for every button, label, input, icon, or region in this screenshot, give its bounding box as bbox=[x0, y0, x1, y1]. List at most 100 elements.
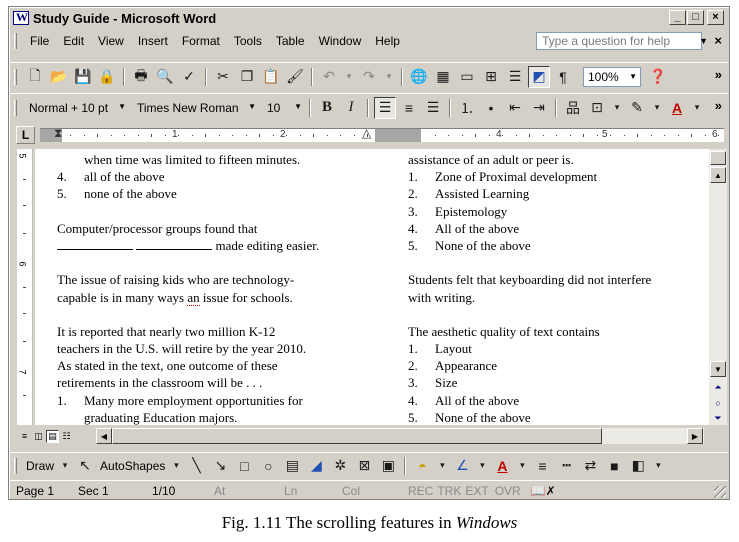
toolbar-grip[interactable] bbox=[14, 457, 17, 474]
menu-file[interactable]: File bbox=[23, 34, 56, 48]
diagram-icon[interactable]: ✲ bbox=[329, 455, 351, 477]
title-bar[interactable]: Study Guide - Microsoft Word _ □ × bbox=[10, 8, 728, 28]
insert-excel-icon[interactable]: ⊞ bbox=[480, 66, 502, 88]
status-ovr[interactable]: OVR bbox=[491, 484, 525, 498]
numbering-icon[interactable]: ⒈ bbox=[456, 97, 478, 119]
dash-style-icon[interactable]: ┅ bbox=[555, 455, 577, 477]
previous-page-icon[interactable]: ⏶ bbox=[711, 381, 725, 393]
drawing-options-icon[interactable]: ▾ bbox=[651, 455, 665, 477]
draw-menu-button[interactable]: Draw bbox=[23, 459, 57, 473]
open-icon[interactable]: 📂 bbox=[48, 66, 70, 88]
vertical-ruler[interactable]: 5 6 7 bbox=[17, 149, 33, 425]
font-combo[interactable]: Times New Roman ▼ bbox=[133, 98, 259, 118]
copy-icon[interactable]: ❐ bbox=[236, 66, 258, 88]
tables-borders-icon[interactable]: ▦ bbox=[432, 66, 454, 88]
menubar-grip[interactable] bbox=[14, 33, 17, 49]
scroll-down-button[interactable]: ▼ bbox=[710, 361, 726, 377]
zoom-combo[interactable]: 100% ▼ bbox=[583, 66, 641, 87]
fill-color-icon[interactable]: ◓ bbox=[411, 455, 433, 477]
align-left-icon[interactable]: ☰ bbox=[374, 96, 396, 119]
menu-format[interactable]: Format bbox=[175, 34, 227, 48]
status-ext[interactable]: EXT bbox=[463, 484, 490, 498]
fill-color-dropdown-icon[interactable]: ▾ bbox=[435, 455, 449, 477]
horizontal-scrollbar[interactable]: ◀ ▶ bbox=[96, 428, 704, 444]
autoshapes-dropdown-icon[interactable]: ▾ bbox=[169, 455, 183, 477]
arrow-icon[interactable]: ↘ bbox=[209, 455, 231, 477]
menu-help[interactable]: Help bbox=[368, 34, 407, 48]
draw-font-color-dropdown-icon[interactable]: ▾ bbox=[515, 455, 529, 477]
toolbar-options-icon[interactable]: » bbox=[715, 98, 722, 113]
status-page-count[interactable]: 1/10 bbox=[146, 484, 208, 498]
style-dropdown-icon[interactable]: ▼ bbox=[118, 102, 126, 111]
font-size-dropdown-icon[interactable]: ▼ bbox=[294, 102, 302, 111]
ruler-column-gap[interactable] bbox=[375, 129, 421, 142]
left-indent-marker[interactable]: ⧗ bbox=[54, 127, 62, 139]
close-document-button[interactable]: × bbox=[714, 33, 722, 48]
hyperlink-icon[interactable]: 🌐 bbox=[408, 66, 430, 88]
vertical-scroll-thumb[interactable] bbox=[710, 151, 726, 165]
redo-icon[interactable]: ↷ bbox=[358, 66, 380, 88]
print-layout-view-icon[interactable]: ▤ bbox=[46, 429, 59, 443]
insert-table-icon[interactable]: ▭ bbox=[456, 66, 478, 88]
save-icon[interactable]: 💾 bbox=[72, 66, 94, 88]
menu-tools[interactable]: Tools bbox=[227, 34, 269, 48]
resize-grip-icon[interactable] bbox=[714, 486, 726, 498]
toolbar-grip[interactable] bbox=[14, 99, 17, 116]
print-preview-icon[interactable]: 🔍 bbox=[154, 66, 176, 88]
line-color-dropdown-icon[interactable]: ▾ bbox=[475, 455, 489, 477]
vertical-scrollbar[interactable]: ▲ ▼ ⏶ ○ ⏷ bbox=[709, 149, 727, 425]
borders-icon[interactable]: ⊡ bbox=[586, 97, 608, 119]
arrow-style-icon[interactable]: ⇄ bbox=[579, 455, 601, 477]
bold-button[interactable]: B bbox=[316, 97, 338, 119]
draw-font-color-icon[interactable]: A bbox=[491, 455, 513, 477]
ask-question-dropdown-icon[interactable]: ▼ bbox=[699, 36, 708, 46]
print-icon[interactable]: 🖶 bbox=[130, 66, 152, 88]
rectangle-icon[interactable]: □ bbox=[233, 455, 255, 477]
grammar-flagged-word[interactable]: an bbox=[187, 289, 200, 306]
outline-view-icon[interactable]: ☷ bbox=[60, 430, 73, 443]
zoom-dropdown-icon[interactable]: ▼ bbox=[629, 72, 637, 81]
left-column[interactable]: when time was limited to fifteen minutes… bbox=[57, 151, 387, 425]
justify-icon[interactable]: ☰ bbox=[422, 97, 444, 119]
maximize-button[interactable]: □ bbox=[687, 10, 704, 25]
permission-icon[interactable]: 🔒 bbox=[96, 66, 118, 88]
menu-view[interactable]: View bbox=[91, 34, 131, 48]
horizontal-ruler[interactable]: ⧗ △ 1 2 4 5 6 bbox=[40, 127, 724, 142]
menu-edit[interactable]: Edit bbox=[56, 34, 91, 48]
org-chart-icon[interactable]: 品 bbox=[562, 97, 584, 119]
font-color-dropdown-icon[interactable]: ▾ bbox=[690, 97, 704, 119]
style-combo[interactable]: Normal + 10 pt ▼ bbox=[25, 98, 129, 118]
wordart-icon[interactable]: ◢ bbox=[305, 455, 327, 477]
right-indent-marker[interactable]: △ bbox=[362, 127, 371, 139]
tab-selector-button[interactable]: L bbox=[16, 126, 35, 144]
status-rec[interactable]: REC bbox=[402, 484, 435, 498]
borders-dropdown-icon[interactable]: ▾ bbox=[610, 97, 624, 119]
autoshapes-menu-button[interactable]: AutoShapes bbox=[97, 459, 168, 473]
redo-dropdown-icon[interactable]: ▾ bbox=[382, 66, 396, 88]
highlight-dropdown-icon[interactable]: ▾ bbox=[650, 97, 664, 119]
status-section[interactable]: Sec 1 bbox=[72, 484, 146, 498]
show-hide-icon[interactable]: ¶ bbox=[552, 66, 574, 88]
scroll-left-button[interactable]: ◀ bbox=[96, 428, 112, 444]
right-column[interactable]: assistance of an adult or peer is. 1. Zone… bbox=[408, 151, 708, 425]
scroll-right-button[interactable]: ▶ bbox=[687, 428, 703, 444]
scroll-up-button[interactable]: ▲ bbox=[710, 167, 726, 183]
undo-dropdown-icon[interactable]: ▾ bbox=[342, 66, 356, 88]
align-center-icon[interactable]: ≡ bbox=[398, 97, 420, 119]
drawing-icon[interactable]: ◩ bbox=[528, 65, 550, 88]
status-trk[interactable]: TRK bbox=[435, 484, 463, 498]
menu-window[interactable]: Window bbox=[312, 34, 369, 48]
font-color-icon[interactable]: A bbox=[666, 97, 688, 119]
normal-view-icon[interactable]: ≡ bbox=[18, 430, 31, 443]
insert-picture-icon[interactable]: ▣ bbox=[377, 455, 399, 477]
line-style-icon[interactable]: ≡ bbox=[531, 455, 553, 477]
cut-icon[interactable]: ✂ bbox=[212, 66, 234, 88]
spelling-icon[interactable]: ✓ bbox=[178, 66, 200, 88]
select-browse-object-icon[interactable]: ○ bbox=[711, 397, 725, 409]
decrease-indent-icon[interactable]: ⇤ bbox=[504, 97, 526, 119]
format-painter-icon[interactable]: 🖌 bbox=[284, 66, 306, 88]
draw-dropdown-icon[interactable]: ▾ bbox=[58, 455, 72, 477]
new-icon[interactable]: 🗋 bbox=[24, 66, 46, 88]
next-page-icon[interactable]: ⏷ bbox=[711, 412, 725, 424]
italic-button[interactable]: I bbox=[340, 97, 362, 119]
